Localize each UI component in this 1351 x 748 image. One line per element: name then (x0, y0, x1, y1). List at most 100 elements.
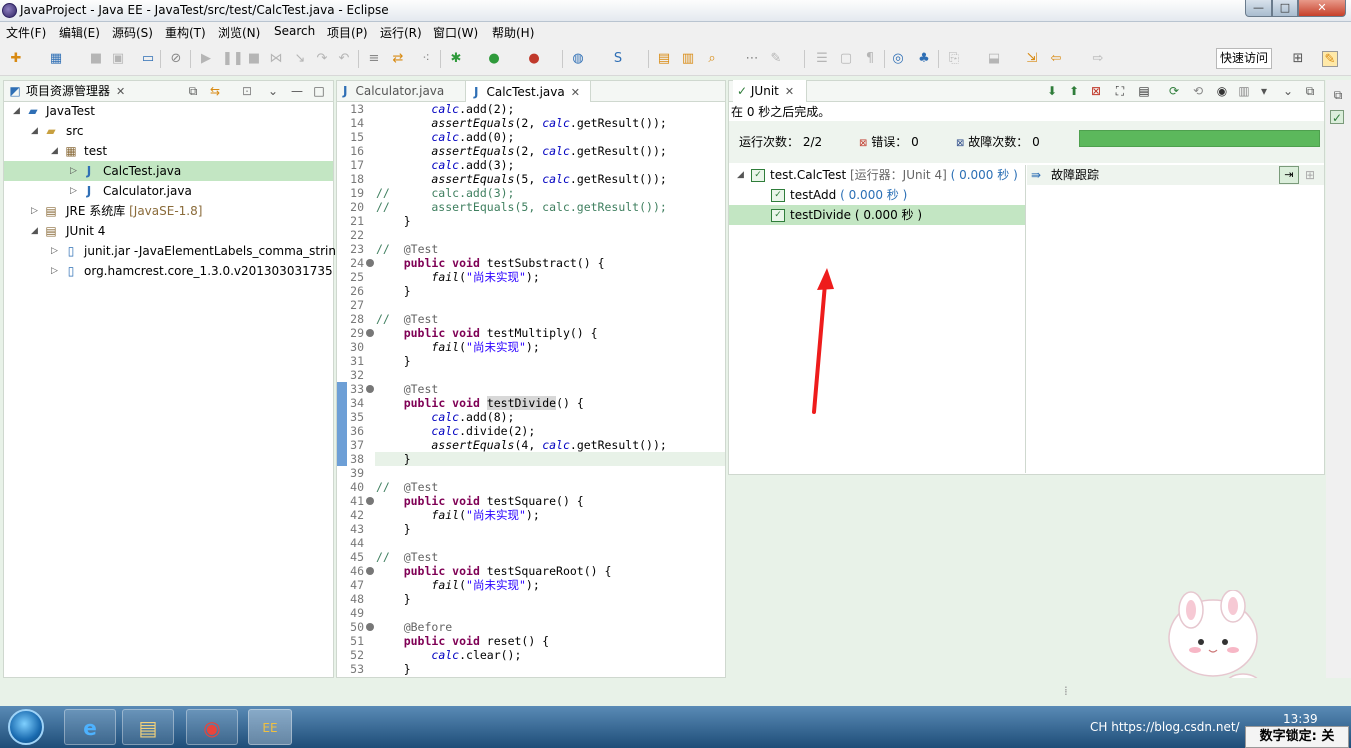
terminate-icon[interactable]: ■ (246, 51, 262, 67)
tree-item-calctest[interactable]: ▷ J CalcTest.java (4, 161, 333, 181)
quick-access-field[interactable]: 快速访问 (1216, 48, 1272, 69)
junit-trim-icon[interactable]: ✓ (1330, 110, 1344, 125)
restore-icon[interactable]: ⧉ (1331, 88, 1345, 102)
save-all-icon[interactable]: ▣ (110, 51, 126, 67)
menu-project[interactable]: 项目(P) (327, 24, 368, 41)
rerun-failed-icon[interactable]: ⟲ (1191, 84, 1205, 98)
step-into-icon[interactable]: ↘ (292, 51, 308, 67)
test-row-testdivide[interactable]: ✓ testDivide ( 0.000 秒 ) (729, 205, 1025, 225)
menu-run[interactable]: 运行(R) (380, 24, 422, 41)
new-server-icon[interactable]: ◍ (570, 51, 586, 67)
explorer-icon[interactable]: ▤ (122, 709, 174, 745)
fold-icon[interactable] (366, 385, 374, 393)
show-whitespace-icon[interactable]: ¶ (862, 51, 878, 67)
eclipse-taskbar-icon[interactable]: EE (248, 709, 292, 745)
resume-icon[interactable]: ▶ (198, 51, 214, 67)
use-step-filters-icon[interactable]: ⇄ (390, 51, 406, 67)
terminal-icon[interactable]: ▭ (140, 51, 156, 67)
menu-help[interactable]: 帮助(H) (492, 24, 534, 41)
layout-icon[interactable]: ▤ (1137, 84, 1151, 98)
code-area[interactable]: 13 calc.add(2); 14 assertEquals(2, calc.g… (337, 102, 725, 677)
web-browser-icon[interactable]: ◎ (890, 51, 906, 67)
suspend-icon[interactable]: ❚❚ (222, 51, 244, 67)
ie-icon[interactable]: e (64, 709, 116, 745)
fold-icon[interactable] (366, 259, 374, 267)
tab-calctest[interactable]: J CalcTest.java ✕ (465, 80, 591, 102)
new-package-icon[interactable]: ▦ (48, 51, 64, 67)
save-icon[interactable]: ■ (88, 51, 104, 67)
close-icon[interactable]: ✕ (571, 86, 580, 99)
fold-icon[interactable] (366, 623, 374, 631)
drop-frame-icon[interactable]: ≡ (366, 51, 382, 67)
menu-search[interactable]: Search (274, 24, 315, 38)
menu-source[interactable]: 源码(S) (112, 24, 153, 41)
menu-refactor[interactable]: 重构(T) (165, 24, 206, 41)
link-with-editor-icon[interactable]: ⇆ (208, 84, 222, 98)
view-menu-icon[interactable]: ⌄ (266, 84, 280, 98)
compare-icon[interactable]: ⇥ (1279, 166, 1299, 184)
forward-icon[interactable]: ⇨ (1090, 51, 1106, 67)
word-wrap-icon[interactable]: ☰ (814, 51, 830, 67)
menu-edit[interactable]: 编辑(E) (59, 24, 100, 41)
annotation-icon[interactable]: ⎘ (946, 51, 962, 67)
java-ee-icon[interactable]: ♣ (916, 51, 932, 67)
maximize-button[interactable]: □ (1272, 0, 1298, 17)
fold-icon[interactable] (366, 497, 374, 505)
toggle-mark-icon[interactable]: ⋯ (744, 51, 760, 67)
open-perspective-icon[interactable]: ⊞ (1290, 51, 1306, 67)
run-icon[interactable]: ● (486, 51, 502, 67)
stop-icon[interactable]: ◉ (1215, 84, 1229, 98)
show-failures-only-icon[interactable]: ⊠ (1089, 84, 1103, 98)
start-button[interactable] (8, 709, 44, 745)
tree-item-calculator[interactable]: ▷ J Calculator.java (4, 181, 333, 201)
next-failure-icon[interactable]: ⬇ (1045, 84, 1059, 98)
test-suite-row[interactable]: ◢ ✓ test.CalcTest [运行器：JUnit 4] ( 0.000 秒… (729, 165, 1025, 185)
tree-item-test-package[interactable]: ◢ ▦ test (4, 141, 333, 161)
tree-item-src[interactable]: ◢ ▰ src (4, 121, 333, 141)
back-icon[interactable]: ⇦ (1048, 51, 1064, 67)
debug-icon[interactable]: ✱ (448, 51, 464, 67)
menu-file[interactable]: 文件(F) (6, 24, 46, 41)
previous-failure-icon[interactable]: ⬆ (1067, 84, 1081, 98)
new-spring-icon[interactable]: S (610, 51, 626, 67)
disconnect-icon[interactable]: ⋈ (268, 51, 284, 67)
collapse-all-icon[interactable]: ⧉ (186, 84, 200, 98)
skip-breakpoints-icon[interactable]: ⊘ (168, 51, 184, 67)
close-button[interactable]: ✕ (1298, 0, 1346, 17)
block-select-icon[interactable]: ▢ (838, 51, 854, 67)
tab-calculator[interactable]: J Calculator.java (343, 80, 444, 102)
tab-project-explorer[interactable]: 项目资源管理器 ✕ (26, 80, 125, 102)
prev-annotation-icon[interactable]: ⬓ (986, 51, 1002, 67)
step-return-icon[interactable]: ↶ (336, 51, 352, 67)
fold-icon[interactable] (366, 329, 374, 337)
new-icon[interactable]: ✚ (8, 51, 24, 67)
java-ee-perspective-icon[interactable]: ✎ (1322, 51, 1338, 67)
dropdown-icon[interactable]: ▾ (1257, 84, 1271, 98)
fold-icon[interactable] (366, 567, 374, 575)
history-icon[interactable]: ▥ (1237, 84, 1251, 98)
open-task-icon[interactable]: ▥ (680, 51, 696, 67)
focus-icon[interactable]: ⊡ (240, 84, 254, 98)
tree-item-junit4[interactable]: ◢ ▤ JUnit 4 (4, 221, 333, 241)
minimize-view-icon[interactable]: — (290, 84, 304, 98)
tree-item-junit-jar[interactable]: ▷ ▯ junit.jar -JavaElementLabels_comma_s… (4, 241, 354, 261)
minimize-button[interactable]: — (1245, 0, 1272, 17)
tree-item-javatest[interactable]: ◢ ▰ JavaTest (4, 101, 333, 121)
step-over-icon[interactable]: ↷ (314, 51, 330, 67)
external-tools-icon[interactable]: ● (526, 51, 542, 67)
view-menu-icon[interactable]: ⌄ (1281, 84, 1295, 98)
tree-item-jre[interactable]: ▷ ▤ JRE 系统库 [JavaSE-1.8] (4, 201, 333, 221)
tab-junit[interactable]: ✓ JUnit ✕ (733, 80, 807, 102)
pen-icon[interactable]: ✎ (768, 51, 784, 67)
tree-item-hamcrest-jar[interactable]: ▷ ▯ org.hamcrest.core_1.3.0.v20130303173… (4, 261, 333, 281)
filter-stack-icon[interactable]: ⊞ (1305, 165, 1315, 185)
open-type-icon[interactable]: ▤ (656, 51, 672, 67)
close-icon[interactable]: ✕ (116, 85, 125, 98)
rerun-icon[interactable]: ⟳ (1167, 84, 1181, 98)
test-row-testadd[interactable]: ✓ testAdd ( 0.000 秒 ) (729, 185, 1025, 205)
search-icon[interactable]: ⌕ (704, 51, 720, 67)
close-icon[interactable]: ✕ (785, 85, 794, 98)
coverage-icon[interactable]: ⁖ (418, 51, 434, 67)
clock[interactable]: 13:39 (1283, 712, 1318, 726)
chrome-icon[interactable]: ◉ (186, 709, 238, 745)
